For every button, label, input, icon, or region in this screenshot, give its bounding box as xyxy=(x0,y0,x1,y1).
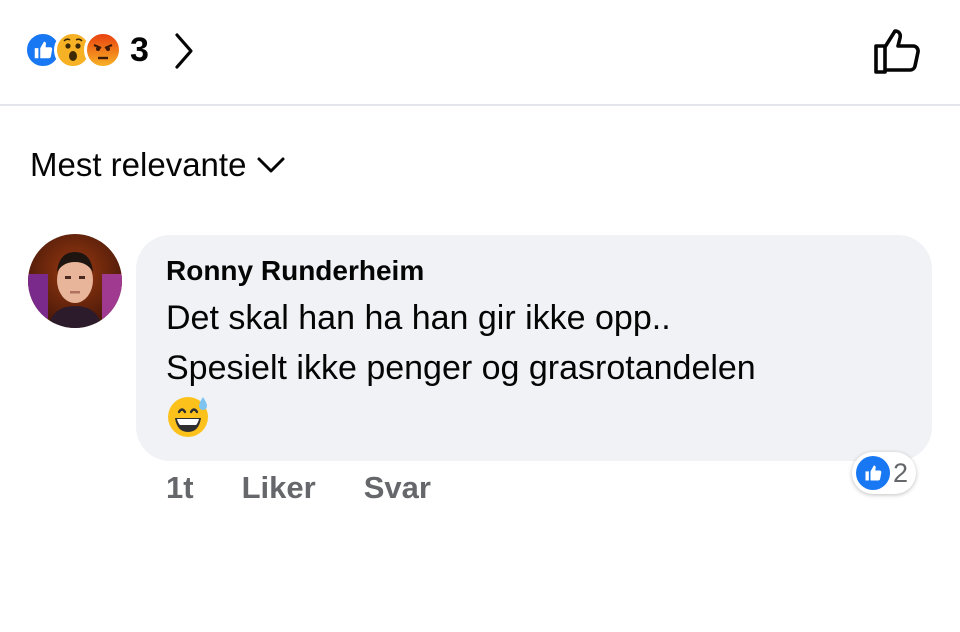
sort-dropdown[interactable]: Mest relevante xyxy=(30,146,286,184)
angry-reaction-icon xyxy=(84,31,122,69)
like-icon xyxy=(856,456,890,490)
comment-bubble: Ronny Runderheim Det skal han ha han gir… xyxy=(136,235,932,461)
reply-button[interactable]: Svar xyxy=(364,470,431,506)
avatar[interactable] xyxy=(28,234,122,328)
reactions-summary[interactable]: 3 xyxy=(24,30,195,70)
comment-line: Spesielt ikke penger og grasrotandelen xyxy=(166,349,756,387)
comment-actions: 1t Liker Svar xyxy=(166,470,479,506)
sort-label: Mest relevante xyxy=(30,146,247,183)
comment-line: Det skal han ha han gir ikke opp.. xyxy=(166,299,671,337)
like-button[interactable]: Liker xyxy=(242,470,316,506)
comment-author[interactable]: Ronny Runderheim xyxy=(166,255,902,287)
like-outline-icon[interactable] xyxy=(870,26,924,76)
comment-like-count: 2 xyxy=(893,457,909,488)
comment-time[interactable]: 1t xyxy=(166,470,194,506)
chevron-down-icon xyxy=(257,157,285,173)
chevron-right-icon xyxy=(175,33,193,69)
comment-reaction-count[interactable]: 2 xyxy=(852,452,917,494)
comment-text: Det skal han ha han gir ikke opp.. Spesi… xyxy=(166,293,902,453)
grinning-sweat-emoji-icon xyxy=(166,393,902,453)
reactions-header: 3 xyxy=(0,0,960,106)
reaction-count: 3 xyxy=(130,30,149,69)
